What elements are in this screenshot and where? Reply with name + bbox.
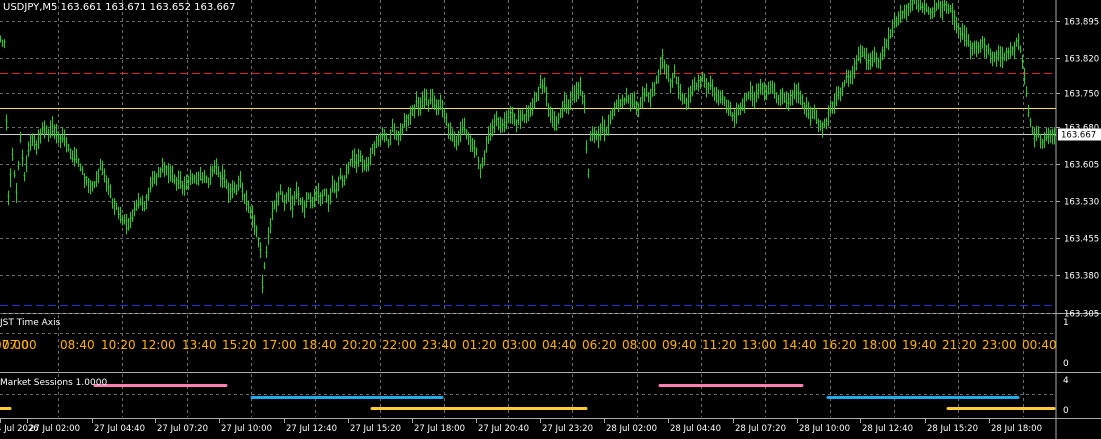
- jst-tick-label: 18:40: [302, 338, 337, 352]
- jst-tick-label: 01:20: [462, 338, 497, 352]
- jst-tick-label: 16:20: [822, 338, 857, 352]
- jst-tick-label: 15:20: [222, 338, 257, 352]
- time-tick-label: 27 Jul 12:40: [286, 424, 337, 434]
- time-tick-label: 27 Jul 07:20: [157, 424, 208, 434]
- time-tick-label: 28 Jul 07:20: [735, 424, 786, 434]
- time-tick-label: 28 Jul 12:40: [862, 424, 913, 434]
- jst-tick-label: 00:40: [1022, 338, 1057, 352]
- jst-tick-label: 23:40: [422, 338, 457, 352]
- jst-tick-label: 22:00: [382, 338, 417, 352]
- time-tick-label: 27 Jul 20:40: [478, 424, 529, 434]
- jst-tick-label-overlap: 07:00: [0, 338, 29, 352]
- time-tick-label: 28 Jul 04:40: [670, 424, 721, 434]
- jst-tick-label: 08:40: [60, 338, 95, 352]
- time-tick-label: 28 Jul 18:00: [991, 424, 1042, 434]
- jst-tick-label: 19:40: [902, 338, 937, 352]
- jst-tick-label: 13:00: [742, 338, 777, 352]
- price-tick-label: 163.820: [1064, 55, 1099, 65]
- price-tick-label: 163.455: [1064, 235, 1099, 245]
- price-candles: [0, 0, 1056, 294]
- time-tick-label: 27 Jul 10:00: [221, 424, 272, 434]
- sessions-scale-bottom: 0: [1063, 406, 1069, 416]
- price-tick-label: 163.750: [1064, 90, 1099, 100]
- jst-indicator-title: JST Time Axis: [0, 318, 61, 328]
- jst-tick-label: 03:00: [502, 338, 537, 352]
- time-tick-label: 27 Jul 02:00: [29, 424, 80, 434]
- jst-tick-label: 17:00: [262, 338, 297, 352]
- symbol-info: USDJPY,M5 163.661 163.671 163.652 163.66…: [3, 2, 236, 13]
- price-axis: 163.970163.895163.820163.750163.680163.6…: [1056, 18, 1101, 320]
- jst-tick-label: 14:40: [782, 338, 817, 352]
- grid-lines: [0, 0, 1101, 439]
- time-tick-label: 28 Jul 15:20: [927, 424, 978, 434]
- chart-canvas[interactable]: 163.970163.895163.820163.750163.680163.6…: [0, 0, 1101, 439]
- sessions-indicator-title: Market Sessions 1.0000: [0, 378, 108, 388]
- time-tick-label: 27 Jul 15:20: [350, 424, 401, 434]
- time-tick-label: 28 Jul 10:00: [799, 424, 850, 434]
- sessions-scale-top: 4: [1063, 376, 1069, 386]
- jst-scale-top: 1: [1063, 318, 1069, 328]
- jst-time-axis-indicator: 07:00 08:40 10:20 12:00 13:40 15:20 17:00 18:40…: [0, 338, 1057, 352]
- price-tick-label: 163.530: [1064, 198, 1099, 208]
- jst-tick-label: 08:00: [622, 338, 657, 352]
- jst-tick-label: 12:00: [141, 338, 176, 352]
- jst-tick-label: 11:20: [702, 338, 737, 352]
- jst-tick-label: 09:40: [662, 338, 697, 352]
- jst-tick-label: 13:40: [182, 338, 217, 352]
- jst-tick-label: 21:20: [942, 338, 977, 352]
- current-price-label: 163.667: [1061, 131, 1096, 141]
- time-tick-label: 28 Jul 02:00: [606, 424, 657, 434]
- time-axis: 4 Jul 202627 Jul 02:00 27 Jul 04:40 27 Jul…: [0, 419, 1042, 434]
- market-sessions-indicator: [0, 384, 1056, 410]
- jst-tick-label: 23:00: [982, 338, 1017, 352]
- jst-scale-bottom: 0: [1063, 359, 1069, 369]
- jst-tick-label: 04:40: [542, 338, 577, 352]
- jst-tick-label: 06:20: [582, 338, 617, 352]
- jst-tick-label: 20:20: [342, 338, 377, 352]
- price-tick-label: 163.380: [1064, 272, 1099, 282]
- price-tick-label: 163.605: [1064, 161, 1099, 171]
- price-tick-label: 163.305: [1064, 310, 1099, 320]
- jst-tick-label: 18:00: [862, 338, 897, 352]
- time-tick-label: 27 Jul 18:00: [414, 424, 465, 434]
- time-tick-label: 27 Jul 04:40: [94, 424, 145, 434]
- jst-tick-label: 10:20: [101, 338, 136, 352]
- time-tick-label: 27 Jul 23:20: [542, 424, 593, 434]
- price-tick-label: 163.895: [1064, 18, 1099, 28]
